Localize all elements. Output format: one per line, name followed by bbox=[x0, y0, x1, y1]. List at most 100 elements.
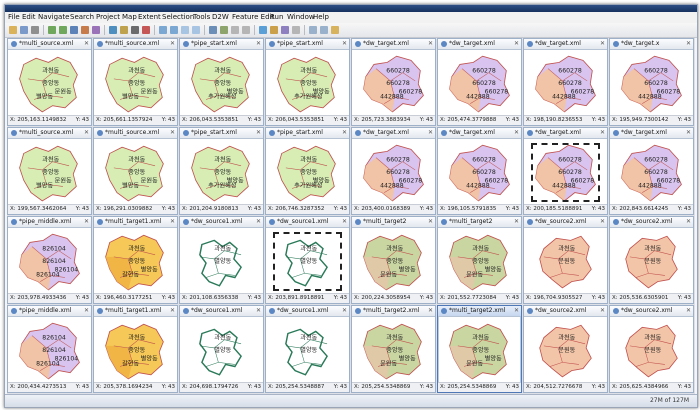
close-icon[interactable]: ✕ bbox=[256, 307, 261, 315]
search-icon[interactable] bbox=[259, 26, 267, 34]
editor-tab[interactable]: *dw_target.x ✕ bbox=[610, 39, 693, 50]
map-canvas[interactable]: 과천동 별양동 bbox=[267, 228, 348, 294]
close-icon[interactable]: ✕ bbox=[600, 307, 605, 315]
close-icon[interactable]: ✕ bbox=[84, 129, 89, 137]
debug-icon[interactable] bbox=[220, 26, 228, 34]
editor-tab[interactable]: *multi_source.xml ✕ bbox=[8, 39, 91, 50]
editor-panel[interactable]: *dw_source2.xml ✕ 과천동 문원동 X: 205,536.6305901… bbox=[609, 216, 694, 304]
editor-panel[interactable]: *multi_target2.xml ✕ 과천동 중앙동 별양동 문원동 X: 205,25… bbox=[351, 305, 436, 393]
settings-icon[interactable] bbox=[281, 26, 289, 34]
close-icon[interactable]: ✕ bbox=[342, 129, 347, 137]
editor-panel[interactable]: *dw_source2.xml ✕ 과천동 문원동 X: 196,704.9305527… bbox=[523, 216, 608, 304]
menu-search[interactable]: Search bbox=[70, 13, 94, 22]
close-icon[interactable]: ✕ bbox=[600, 218, 605, 226]
editor-tab[interactable]: *pipe_start.xml ✕ bbox=[266, 128, 349, 139]
select-icon[interactable] bbox=[109, 26, 117, 34]
map-canvas[interactable]: 과천동 별양동 bbox=[267, 317, 348, 383]
folder-icon[interactable] bbox=[331, 26, 339, 34]
editor-tab[interactable]: *multi_target2.xml ✕ bbox=[438, 306, 521, 317]
menu-d2w[interactable]: D2W bbox=[212, 13, 229, 22]
selection-rectangle[interactable] bbox=[273, 232, 342, 291]
editor-tab[interactable]: *dw_target.xml ✕ bbox=[352, 128, 435, 139]
menu-navigate[interactable]: Navigate bbox=[38, 13, 69, 22]
menu-extent[interactable]: Extent bbox=[138, 13, 161, 22]
close-icon[interactable]: ✕ bbox=[170, 218, 175, 226]
editor-panel[interactable]: *pipe_start.xml ✕ 과천동 중앙동 별양동 추가원혜성 X: 206,043… bbox=[265, 38, 350, 126]
editor-tab[interactable]: *dw_source2.xml ✕ bbox=[524, 217, 607, 228]
editor-panel[interactable]: *dw_target.xml ✕ 660278 660278 660278 442888 X… bbox=[523, 38, 608, 126]
zoom-out-icon[interactable] bbox=[59, 26, 67, 34]
save-icon[interactable] bbox=[20, 26, 28, 34]
editor-tab[interactable]: *dw_source2.xml ✕ bbox=[610, 217, 693, 228]
editor-panel[interactable]: *multi_target1.xml ✕ 과천동 중앙동 별양동 갈현동 X: 196,46… bbox=[93, 216, 178, 304]
close-icon[interactable]: ✕ bbox=[428, 218, 433, 226]
map-canvas[interactable]: 과천동 중앙동 별양동 갈현동 bbox=[95, 228, 176, 294]
editor-tab[interactable]: *multi_target1.xml ✕ bbox=[94, 306, 177, 317]
editor-panel[interactable]: *dw_source1.xml ✕ 과천동 별양동 X: 201,108.6356338… bbox=[179, 216, 264, 304]
close-icon[interactable]: ✕ bbox=[84, 307, 89, 315]
editor-tab[interactable]: *pipe_middle.xml ✕ bbox=[8, 217, 91, 228]
menu-file[interactable]: File bbox=[8, 13, 20, 22]
editor-panel[interactable]: *dw_source1.xml ✕ 과천동 별양동 X: 204,698.1794726… bbox=[179, 305, 264, 393]
map-canvas[interactable]: 과천동 중앙동 별양동 문원동 bbox=[353, 317, 434, 383]
map-canvas[interactable]: 과천동 중앙동 문원동 별양동 bbox=[95, 50, 176, 116]
editor-tab[interactable]: *dw_source1.xml ✕ bbox=[266, 306, 349, 317]
editor-tab[interactable]: *pipe_start.xml ✕ bbox=[266, 39, 349, 50]
close-icon[interactable]: ✕ bbox=[686, 218, 691, 226]
forward-icon[interactable] bbox=[320, 26, 328, 34]
editor-panel[interactable]: *pipe_start.xml ✕ 과천동 중앙동 별양동 추가원혜성 X: 201,204… bbox=[179, 127, 264, 215]
editor-tab[interactable]: *dw_source1.xml ✕ bbox=[180, 306, 263, 317]
editor-tab[interactable]: *dw_target.xml ✕ bbox=[524, 39, 607, 50]
map-canvas[interactable]: 660278 660278 660278 442888 bbox=[353, 139, 434, 205]
pan-icon[interactable] bbox=[70, 26, 78, 34]
editor-tab[interactable]: *dw_target.xml ✕ bbox=[524, 128, 607, 139]
editor-panel[interactable]: *multi_source.xml ✕ 과천동 중앙동 문원동 별양동 X: 196,291… bbox=[93, 127, 178, 215]
editor-panel[interactable]: *dw_target.xml ✕ 660278 660278 660278 442888 X… bbox=[351, 127, 436, 215]
map-canvas[interactable]: 과천동 중앙동 별양동 추가원혜성 bbox=[181, 139, 262, 205]
map-canvas[interactable]: 과천동 중앙동 별양동 갈현동 bbox=[95, 317, 176, 383]
map-canvas[interactable]: 660278 660278 660278 442888 bbox=[525, 50, 606, 116]
editor-tab[interactable]: *dw_source1.xml ✕ bbox=[180, 217, 263, 228]
close-icon[interactable]: ✕ bbox=[256, 129, 261, 137]
editor-panel[interactable]: *dw_source1.xml ✕ 과천동 별양동 X: 205,254.5348887… bbox=[265, 305, 350, 393]
refresh-icon[interactable] bbox=[231, 26, 239, 34]
editor-panel[interactable]: *dw_source2.xml ✕ 과천동 문원동 X: 205,625.4384966… bbox=[609, 305, 694, 393]
editor-tab[interactable]: *multi_source.xml ✕ bbox=[8, 128, 91, 139]
close-icon[interactable]: ✕ bbox=[686, 129, 691, 137]
edit-icon[interactable] bbox=[159, 26, 167, 34]
editor-tab[interactable]: *dw_source2.xml ✕ bbox=[610, 306, 693, 317]
map-canvas[interactable]: 660278 660278 660278 442888 bbox=[353, 50, 434, 116]
close-icon[interactable]: ✕ bbox=[342, 218, 347, 226]
close-icon[interactable]: ✕ bbox=[170, 129, 175, 137]
menu-map[interactable]: Map bbox=[122, 13, 137, 22]
selection-rectangle[interactable] bbox=[531, 143, 600, 202]
editor-tab[interactable]: *pipe_start.xml ✕ bbox=[180, 39, 263, 50]
map-canvas[interactable]: 826104 826104 826104 826104 bbox=[9, 317, 90, 383]
split-icon[interactable] bbox=[181, 26, 189, 34]
close-icon[interactable]: ✕ bbox=[428, 129, 433, 137]
editor-tab[interactable]: *multi_source.xml ✕ bbox=[94, 39, 177, 50]
stop-icon[interactable] bbox=[242, 26, 250, 34]
zoom-in-icon[interactable] bbox=[48, 26, 56, 34]
editor-panel[interactable]: *dw_target.xml ✕ 660278 660278 660278 442888 X… bbox=[523, 127, 608, 215]
editor-panel[interactable]: *pipe_start.xml ✕ 과천동 중앙동 별양동 추가원혜성 X: 206,043… bbox=[179, 38, 264, 126]
layer-icon[interactable] bbox=[131, 26, 139, 34]
editor-panel[interactable]: *dw_source2.xml ✕ 과천동 문원동 X: 204,512.7276678… bbox=[523, 305, 608, 393]
close-icon[interactable]: ✕ bbox=[514, 307, 519, 315]
new-icon[interactable] bbox=[9, 26, 17, 34]
identify-icon[interactable] bbox=[92, 26, 100, 34]
map-canvas[interactable]: 과천동 별양동 bbox=[181, 228, 262, 294]
menu-window[interactable]: Window bbox=[287, 13, 315, 22]
editor-tab[interactable]: *dw_source1.xml ✕ bbox=[266, 217, 349, 228]
editor-panel[interactable]: *pipe_middle.xml ✕ 826104 826104 826104 82610… bbox=[7, 216, 92, 304]
editor-tab[interactable]: *multi_target2 ✕ bbox=[438, 217, 521, 228]
map-canvas[interactable]: 과천동 중앙동 별양동 문원동 bbox=[353, 228, 434, 294]
menu-project[interactable]: Project bbox=[96, 13, 120, 22]
close-icon[interactable]: ✕ bbox=[170, 307, 175, 315]
close-icon[interactable]: ✕ bbox=[84, 218, 89, 226]
print-icon[interactable] bbox=[31, 26, 39, 34]
full-extent-icon[interactable] bbox=[81, 26, 89, 34]
close-icon[interactable]: ✕ bbox=[342, 307, 347, 315]
menu-help[interactable]: Help bbox=[313, 13, 329, 22]
map-canvas[interactable]: 660278 660278 660278 442888 bbox=[439, 139, 520, 205]
